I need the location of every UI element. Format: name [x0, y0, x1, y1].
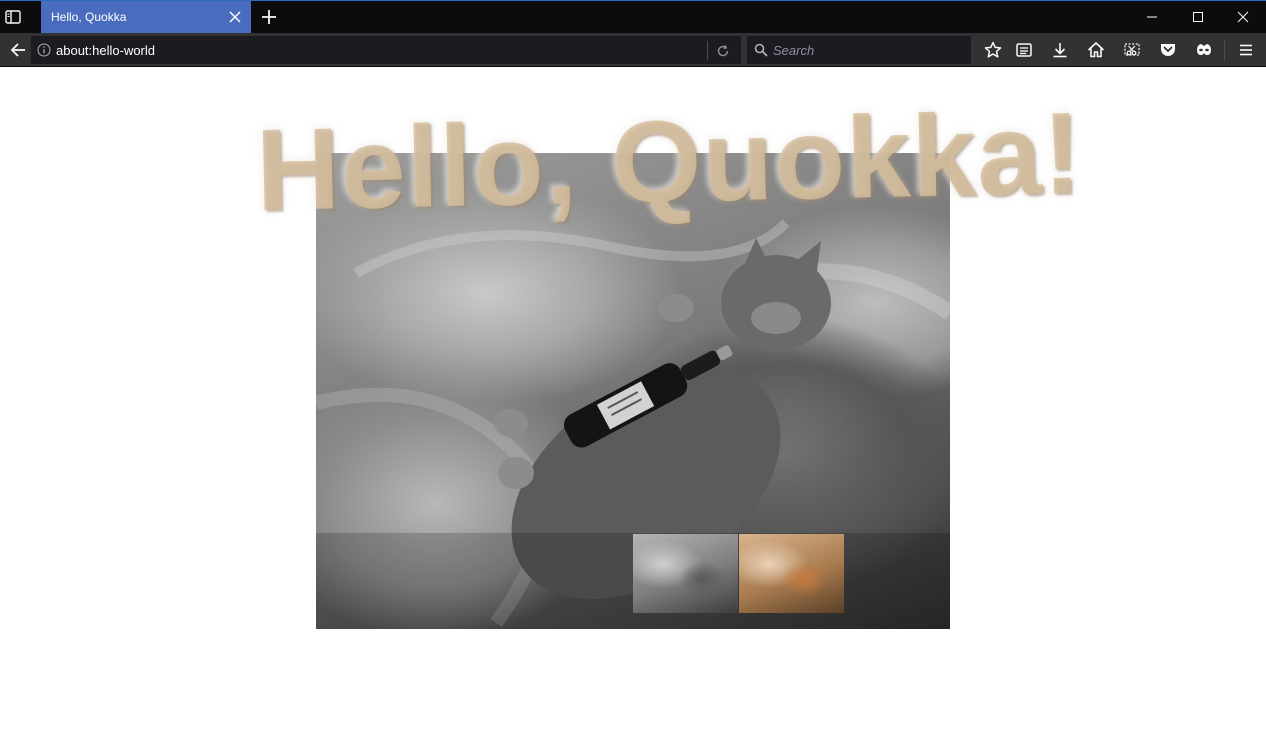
maximize-icon[interactable] — [1175, 1, 1221, 33]
back-arrow-icon[interactable] — [5, 37, 31, 63]
page-content: Hello, Quokka! — [0, 67, 1266, 748]
tab-active[interactable]: Hello, Quokka — [41, 1, 251, 33]
url-bar[interactable]: about:hello-world — [31, 36, 741, 64]
reader-list-icon[interactable] — [1010, 37, 1038, 63]
download-icon[interactable] — [1046, 37, 1074, 63]
reload-icon[interactable] — [710, 40, 736, 62]
home-icon[interactable] — [1082, 37, 1110, 63]
url-text[interactable]: about:hello-world — [56, 43, 155, 58]
nav-bar: about:hello-world — [0, 33, 1266, 67]
star-icon[interactable] — [979, 37, 1007, 63]
close-icon[interactable] — [219, 1, 251, 33]
search-input[interactable] — [771, 40, 966, 60]
info-icon[interactable] — [36, 42, 52, 58]
thumbnail-warm[interactable] — [739, 534, 844, 613]
sidebar-icon[interactable] — [0, 1, 26, 33]
search-icon — [753, 42, 769, 58]
screenshot-icon[interactable] — [1118, 37, 1146, 63]
tab-strip: Hello, Quokka — [0, 0, 1266, 33]
thumbnail-grayscale[interactable] — [633, 534, 738, 613]
search-bar[interactable] — [747, 36, 971, 64]
plus-icon[interactable] — [254, 1, 284, 33]
toolbar-separator — [1224, 39, 1225, 61]
url-separator — [707, 41, 708, 60]
pocket-icon[interactable] — [1154, 37, 1182, 63]
close-window-icon[interactable] — [1220, 1, 1266, 33]
minimize-icon[interactable] — [1129, 1, 1175, 33]
hamburger-menu-icon[interactable] — [1232, 37, 1260, 63]
mask-icon[interactable] — [1190, 37, 1218, 63]
tab-title: Hello, Quokka — [51, 10, 127, 24]
page-headline: Hello, Quokka! — [254, 87, 1084, 235]
